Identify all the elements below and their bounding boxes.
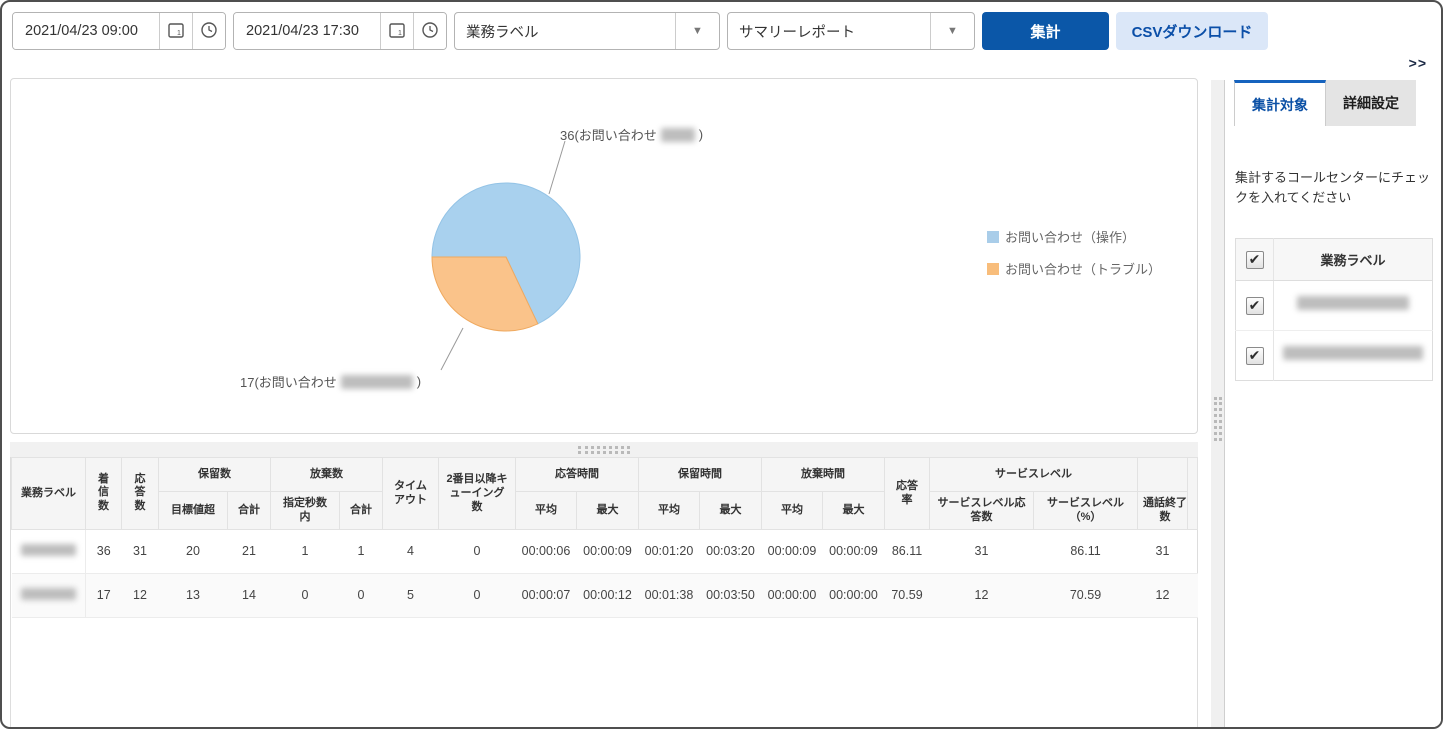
group-by-select[interactable]: 業務ラベル ▼: [454, 12, 720, 50]
calendar-icon: 1: [387, 20, 407, 43]
col-header-hold-max: 最大: [700, 492, 762, 530]
legend-swatch-orange: [987, 263, 999, 275]
collapse-sidebar-link[interactable]: >>: [1409, 55, 1427, 71]
horizontal-splitter: [10, 442, 1198, 457]
group-header-empty: [1138, 458, 1188, 492]
group-by-select-value: 業務ラベル: [455, 13, 675, 49]
start-datetime-input[interactable]: [13, 13, 159, 49]
redacted-text: [661, 128, 695, 142]
tab-aggregate-target[interactable]: 集計対象: [1234, 80, 1326, 126]
check-icon: ✔: [1249, 347, 1261, 364]
app-window: 1 1 業務ラベル ▼: [0, 0, 1443, 729]
svg-text:1: 1: [177, 30, 181, 37]
toolbar: 1 1 業務ラベル ▼: [12, 12, 1268, 50]
check-icon: ✔: [1249, 297, 1261, 314]
pie-label-slice-36: 36(お問い合わせ ): [560, 125, 703, 144]
list-item: ✔: [1236, 281, 1433, 331]
aggregate-button[interactable]: 集計: [982, 12, 1109, 50]
table-row: 36 31 20 21 1 1 4 0 00:00:06 00:00:09 00…: [12, 529, 1198, 573]
end-calendar-button[interactable]: 1: [380, 13, 413, 49]
group-header-hold-count: 保留数: [159, 458, 271, 492]
col-header-second-queue: 2番目以降キューイング数: [439, 458, 516, 530]
col-header-answer-avg: 平均: [516, 492, 577, 530]
col-header-abandon-total: 合計: [340, 492, 383, 530]
list-item: ✔: [1236, 331, 1433, 381]
svg-text:1: 1: [398, 30, 402, 37]
row-checkbox[interactable]: ✔: [1246, 297, 1264, 315]
row-label-redacted: [1274, 331, 1433, 381]
col-header-timeout: タイムアウト: [383, 458, 439, 530]
row-label-redacted: [12, 573, 86, 617]
select-all-checkbox[interactable]: ✔: [1246, 251, 1264, 269]
horizontal-splitter-grip[interactable]: [578, 446, 630, 454]
col-header-sl-answered: サービスレベル応答数: [930, 492, 1034, 530]
chart-legend: お問い合わせ（操作） お問い合わせ（トラブル）: [987, 227, 1161, 278]
chevron-down-icon: ▼: [692, 25, 703, 37]
sidebar-instruction-text: 集計するコールセンターにチェックを入れてください: [1235, 168, 1433, 208]
start-calendar-button[interactable]: 1: [159, 13, 192, 49]
legend-item-operation[interactable]: お問い合わせ（操作）: [987, 227, 1161, 246]
col-header-business-label: 業務ラベル: [12, 458, 86, 530]
group-header-service-level: サービスレベル: [930, 458, 1138, 492]
col-header-answer-rate: 応答率: [885, 458, 930, 530]
legend-swatch-blue: [987, 231, 999, 243]
redacted-text: [341, 375, 413, 389]
col-header-abandon-within-sec: 指定秒数内: [271, 492, 340, 530]
col-header-call-ended: 通話終了数: [1138, 492, 1188, 530]
chart-panel: 36(お問い合わせ ) 17(お問い合わせ ) お問い合わせ（操作） お問い合わ…: [10, 78, 1198, 434]
group-header-answer-time: 応答時間: [516, 458, 639, 492]
end-datetime-input[interactable]: [234, 13, 380, 49]
group-header-abandon-count: 放棄数: [271, 458, 383, 492]
csv-download-button[interactable]: CSVダウンロード: [1116, 12, 1268, 50]
tab-detail-settings[interactable]: 詳細設定: [1326, 80, 1416, 126]
legend-item-trouble[interactable]: お問い合わせ（トラブル）: [987, 259, 1161, 278]
report-type-select[interactable]: サマリーレポート ▼: [727, 12, 975, 50]
calendar-icon: 1: [166, 20, 186, 43]
col-header-answer-max: 最大: [577, 492, 639, 530]
vertical-splitter-grip[interactable]: [1214, 397, 1222, 441]
vertical-splitter: [1211, 80, 1224, 729]
row-checkbox[interactable]: ✔: [1246, 347, 1264, 365]
col-header-incoming: 着信数: [86, 458, 122, 530]
settings-sidebar: 集計対象 詳細設定 集計するコールセンターにチェックを入れてください ✔ 業務ラ…: [1224, 80, 1443, 729]
col-header-answered: 応答数: [122, 458, 159, 530]
group-header-hold-time: 保留時間: [639, 458, 762, 492]
start-datetime-group: 1: [12, 12, 226, 50]
row-label-redacted: [1274, 281, 1433, 331]
end-time-button[interactable]: [413, 13, 446, 49]
callcenter-checkbox-table: ✔ 業務ラベル ✔ ✔: [1235, 238, 1433, 381]
col-header-hold-total: 合計: [228, 492, 271, 530]
check-icon: ✔: [1249, 251, 1261, 268]
group-header-abandon-time: 放棄時間: [762, 458, 885, 492]
table-row: 17 12 13 14 0 0 5 0 00:00:07 00:00:12 00…: [12, 573, 1198, 617]
report-table: 業務ラベル 着信数 応答数 保留数 放棄数 タイムアウト 2番目以降キューイング…: [11, 457, 1198, 618]
end-datetime-group: 1: [233, 12, 447, 50]
chevron-down-icon: ▼: [947, 25, 958, 37]
clock-icon: [199, 20, 219, 43]
pie-chart: [431, 182, 581, 332]
checkbox-table-header-label: 業務ラベル: [1274, 239, 1433, 281]
col-header-sl-percent: サービスレベル（%）: [1034, 492, 1138, 530]
col-header-hold-avg: 平均: [639, 492, 700, 530]
col-header-hold-over-target: 目標値超: [159, 492, 228, 530]
pie-label-slice-17: 17(お問い合わせ ): [240, 372, 421, 391]
row-label-redacted: [12, 529, 86, 573]
clock-icon: [420, 20, 440, 43]
sidebar-tabs: 集計対象 詳細設定: [1225, 80, 1443, 126]
report-type-select-value: サマリーレポート: [728, 13, 930, 49]
col-header-abandon-max: 最大: [823, 492, 885, 530]
report-table-panel: 業務ラベル 着信数 応答数 保留数 放棄数 タイムアウト 2番目以降キューイング…: [10, 457, 1198, 729]
col-header-abandon-avg: 平均: [762, 492, 823, 530]
start-time-button[interactable]: [192, 13, 225, 49]
